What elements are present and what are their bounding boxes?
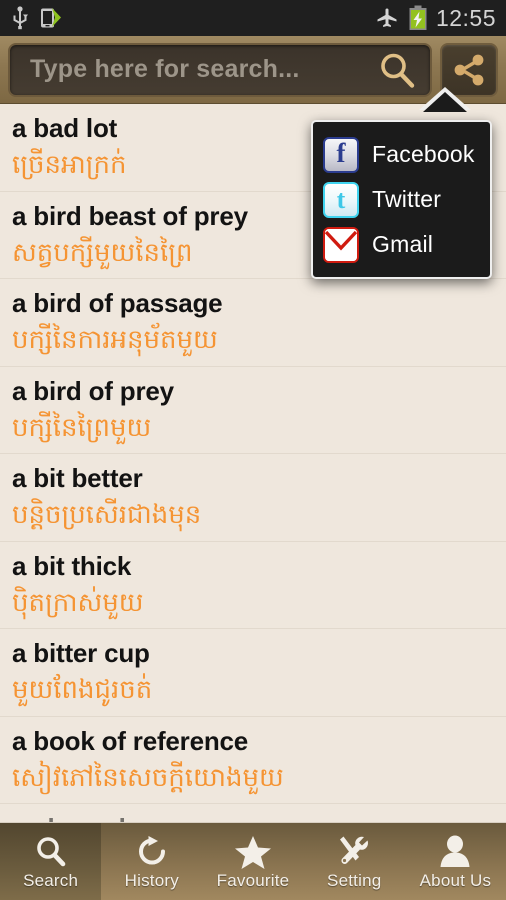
twitter-icon-glyph: t xyxy=(336,184,346,214)
entry-khmer: សៀវភៅនៃសេចក្តីយោងមួយ xyxy=(12,761,284,792)
entry-english: a bitter cup xyxy=(12,638,150,668)
list-item[interactable]: a bird of prey បក្សីនៃព្រៃមួយ xyxy=(0,367,506,454)
tab-label: History xyxy=(124,870,179,890)
share-menu-arrow xyxy=(423,92,467,112)
usb-icon xyxy=(10,6,30,30)
entry-khmer: បក្សីនៃការអនុម័តមួយ xyxy=(12,324,218,355)
tab-about-us[interactable]: About Us xyxy=(405,823,506,900)
usb-transfer-icon xyxy=(39,6,63,30)
entry-english: a bit thick xyxy=(12,550,132,581)
entry-english: a book of reference xyxy=(12,725,249,756)
tab-label: About Us xyxy=(419,870,492,890)
facebook-icon-glyph: f xyxy=(336,138,346,168)
search-input-placeholder: Type here for search... xyxy=(30,55,300,83)
tools-icon xyxy=(337,833,371,869)
entry-english: a class above xyxy=(12,812,494,822)
entry-khmer: មួយពែងជូរចត់ xyxy=(12,674,153,705)
person-icon xyxy=(438,833,472,869)
share-menu: f Facebook t Twitter Gmail xyxy=(311,120,492,279)
list-item[interactable]: a bitter cup មួយពែងជូរចត់ xyxy=(0,629,506,717)
tab-label: Favourite xyxy=(216,870,290,890)
status-bar-left-icons xyxy=(10,6,63,30)
facebook-icon: f xyxy=(323,136,359,173)
star-icon xyxy=(234,833,272,869)
battery-charging-icon xyxy=(408,5,428,31)
search-input[interactable]: Type here for search... xyxy=(8,42,432,97)
entry-english: a bit better xyxy=(12,463,143,493)
list-item[interactable]: a bird of passage បក្សីនៃការអនុម័តមួយ xyxy=(0,279,506,367)
entry-khmer: បន្តិចប្រសើរជាងមុន xyxy=(12,499,202,530)
entry-english: a bird of prey xyxy=(12,375,174,406)
entry-khmer: ប៉ិតក្រាស់មួយ xyxy=(12,586,144,617)
list-item[interactable]: a bit thick ប៉ិតក្រាស់មួយ xyxy=(0,542,506,629)
tab-label: Setting xyxy=(327,870,382,890)
share-menu-item-label: Gmail xyxy=(372,231,434,257)
tab-favourite[interactable]: Favourite xyxy=(202,823,303,900)
list-item[interactable]: a class above xyxy=(0,804,506,822)
gmail-icon xyxy=(323,226,359,263)
tab-setting[interactable]: Setting xyxy=(304,823,405,900)
app-root: 12:55 Type here for search... a bad lot … xyxy=(0,0,506,900)
share-icon xyxy=(452,53,486,87)
bottom-tab-bar: Search History Favourite Setting About U… xyxy=(0,822,506,900)
airplane-mode-icon xyxy=(375,6,400,30)
tab-label: Search xyxy=(23,870,79,890)
tab-history[interactable]: History xyxy=(101,823,202,900)
magnifier-icon[interactable] xyxy=(378,51,416,89)
entry-english: a bird of passage xyxy=(12,288,223,318)
history-icon xyxy=(135,833,169,869)
status-bar-right-icons: 12:55 xyxy=(375,5,496,31)
share-menu-item-twitter[interactable]: t Twitter xyxy=(323,177,482,222)
share-menu-item-facebook[interactable]: f Facebook xyxy=(323,132,482,177)
list-item[interactable]: a book of reference សៀវភៅនៃសេចក្តីយោងមួយ xyxy=(0,717,506,804)
entry-khmer: បក្សីនៃព្រៃមួយ xyxy=(12,411,152,442)
search-icon xyxy=(34,833,68,869)
status-bar: 12:55 xyxy=(0,0,506,36)
status-bar-clock: 12:55 xyxy=(435,4,496,31)
twitter-icon: t xyxy=(323,181,359,218)
share-menu-item-label: Facebook xyxy=(372,141,475,167)
list-item[interactable]: a bit better បន្តិចប្រសើរជាងមុន xyxy=(0,454,506,542)
share-menu-item-label: Twitter xyxy=(372,186,442,212)
tab-search[interactable]: Search xyxy=(0,823,102,900)
share-menu-item-gmail[interactable]: Gmail xyxy=(323,222,482,267)
